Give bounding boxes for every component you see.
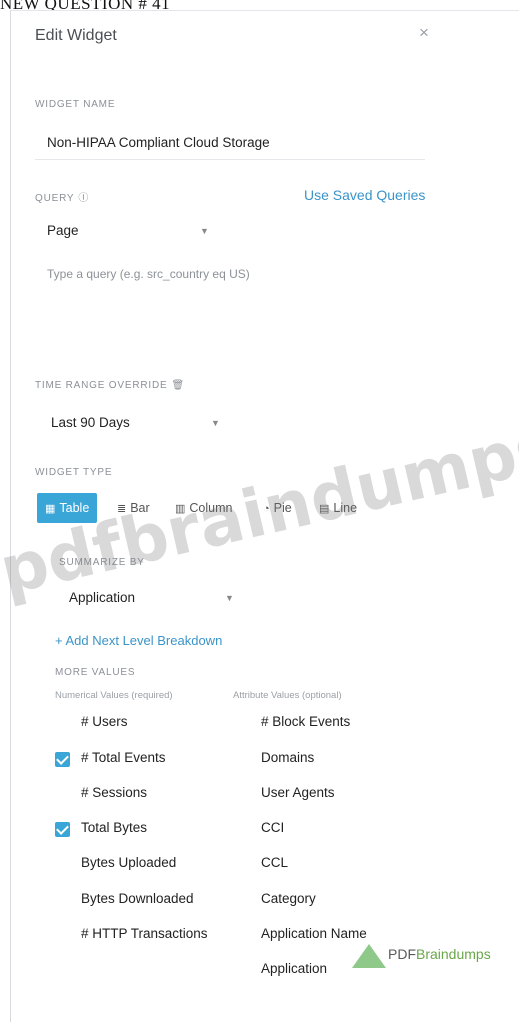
widget-type-bar-button[interactable]: ≣ Bar (117, 493, 150, 523)
numerical-value-checkbox[interactable] (55, 857, 70, 872)
widget-type-bar-label: Bar (130, 501, 150, 515)
chevron-down-icon: ▼ (200, 226, 209, 236)
info-icon: ⓘ (78, 193, 90, 204)
numerical-value-checkbox[interactable] (55, 893, 70, 908)
widget-name-label: WIDGET NAME (35, 99, 116, 110)
trash-icon[interactable]: 🗑 (171, 380, 185, 391)
badge-suffix: Braindumps (416, 946, 491, 962)
numerical-values-header: Numerical Values (required) (55, 690, 173, 701)
attribute-value-checkbox[interactable] (235, 893, 250, 908)
numerical-value-label: Bytes Downloaded (81, 891, 194, 906)
numerical-value-label: Total Bytes (81, 820, 148, 835)
time-range-value: Last 90 Days (51, 415, 130, 430)
summarize-label: SUMMARIZE BY (59, 557, 145, 568)
numerical-value-checkbox[interactable] (55, 716, 70, 731)
widget-type-column-button[interactable]: ▥ Column (175, 493, 232, 523)
badge-text: PDFBraindumps (388, 946, 491, 962)
attribute-value-checkbox[interactable] (235, 752, 250, 767)
attribute-value-label: User Agents (261, 785, 335, 800)
time-range-dropdown[interactable]: Last 90 Days ▼ (51, 415, 221, 430)
numerical-value-label: # Sessions (81, 785, 148, 800)
numerical-value-checkbox[interactable] (55, 752, 70, 767)
triangle-logo-icon (352, 944, 386, 968)
numerical-value-checkbox[interactable] (55, 822, 70, 837)
attribute-value-checkbox[interactable] (235, 963, 250, 978)
time-range-label-text: TIME RANGE OVERRIDE (35, 380, 168, 391)
bar-icon: ≣ (117, 503, 127, 515)
query-label-text: QUERY (35, 193, 75, 204)
attribute-value-label: # Block Events (261, 714, 351, 729)
query-scope-dropdown[interactable]: Page ▼ (47, 223, 209, 238)
column-icon: ▥ (175, 503, 186, 515)
attribute-value-checkbox[interactable] (235, 716, 250, 731)
widget-type-line-label: Line (333, 501, 358, 515)
widget-type-table-label: Table (59, 501, 90, 515)
widget-name-underline (35, 159, 425, 160)
table-icon: ▦ (45, 503, 56, 515)
widget-type-line-button[interactable]: ▤ Line (319, 493, 357, 523)
attribute-values-header: Attribute Values (optional) (233, 690, 342, 701)
dialog-title: Edit Widget (35, 27, 117, 44)
line-icon: ▤ (319, 503, 330, 515)
query-input[interactable]: Type a query (e.g. src_country eq US) (47, 267, 250, 281)
use-saved-queries-link[interactable]: Use Saved Queries (304, 187, 425, 203)
chevron-down-icon: ▼ (211, 418, 220, 428)
numerical-value-label: # HTTP Transactions (81, 926, 208, 941)
more-values-label: MORE VALUES (55, 667, 136, 678)
numerical-value-label: Bytes Uploaded (81, 855, 177, 870)
query-scope-value: Page (47, 223, 79, 238)
pie-icon: ◔ (263, 503, 270, 515)
widget-type-pie-button[interactable]: ◔ Pie (263, 493, 292, 523)
close-icon[interactable]: × (419, 23, 429, 43)
attribute-value-checkbox[interactable] (235, 787, 250, 802)
attribute-value-label: CCL (261, 855, 289, 870)
attribute-value-checkbox[interactable] (235, 857, 250, 872)
query-label: QUERY ⓘ (35, 189, 89, 204)
numerical-value-label: # Users (81, 714, 128, 729)
widget-type-pie-label: Pie (273, 501, 292, 515)
attribute-value-label: Domains (261, 750, 315, 765)
attribute-value-checkbox[interactable] (235, 928, 250, 943)
badge-prefix: PDF (388, 946, 416, 962)
attribute-value-label: Application Name (261, 926, 367, 941)
numerical-value-label: # Total Events (81, 750, 166, 765)
edit-widget-panel: Edit Widget × WIDGET NAME Non-HIPAA Comp… (10, 10, 519, 1022)
widget-name-input[interactable]: Non-HIPAA Compliant Cloud Storage (47, 135, 270, 150)
attribute-value-label: CCI (261, 820, 285, 835)
widget-type-table-button[interactable]: ▦ Table (37, 493, 98, 523)
summarize-dropdown[interactable]: Application ▼ (69, 590, 239, 605)
add-breakdown-link[interactable]: + Add Next Level Breakdown (55, 633, 222, 648)
chevron-down-icon: ▼ (225, 593, 234, 603)
numerical-value-checkbox[interactable] (55, 928, 70, 943)
summarize-value: Application (69, 590, 136, 605)
attribute-value-label: Application (261, 961, 328, 976)
widget-type-column-label: Column (189, 501, 233, 515)
widget-type-label: WIDGET TYPE (35, 467, 113, 478)
attribute-value-checkbox[interactable] (235, 822, 250, 837)
numerical-value-checkbox[interactable] (55, 787, 70, 802)
attribute-value-label: Category (261, 891, 316, 906)
time-range-label: TIME RANGE OVERRIDE 🗑 (35, 380, 185, 391)
